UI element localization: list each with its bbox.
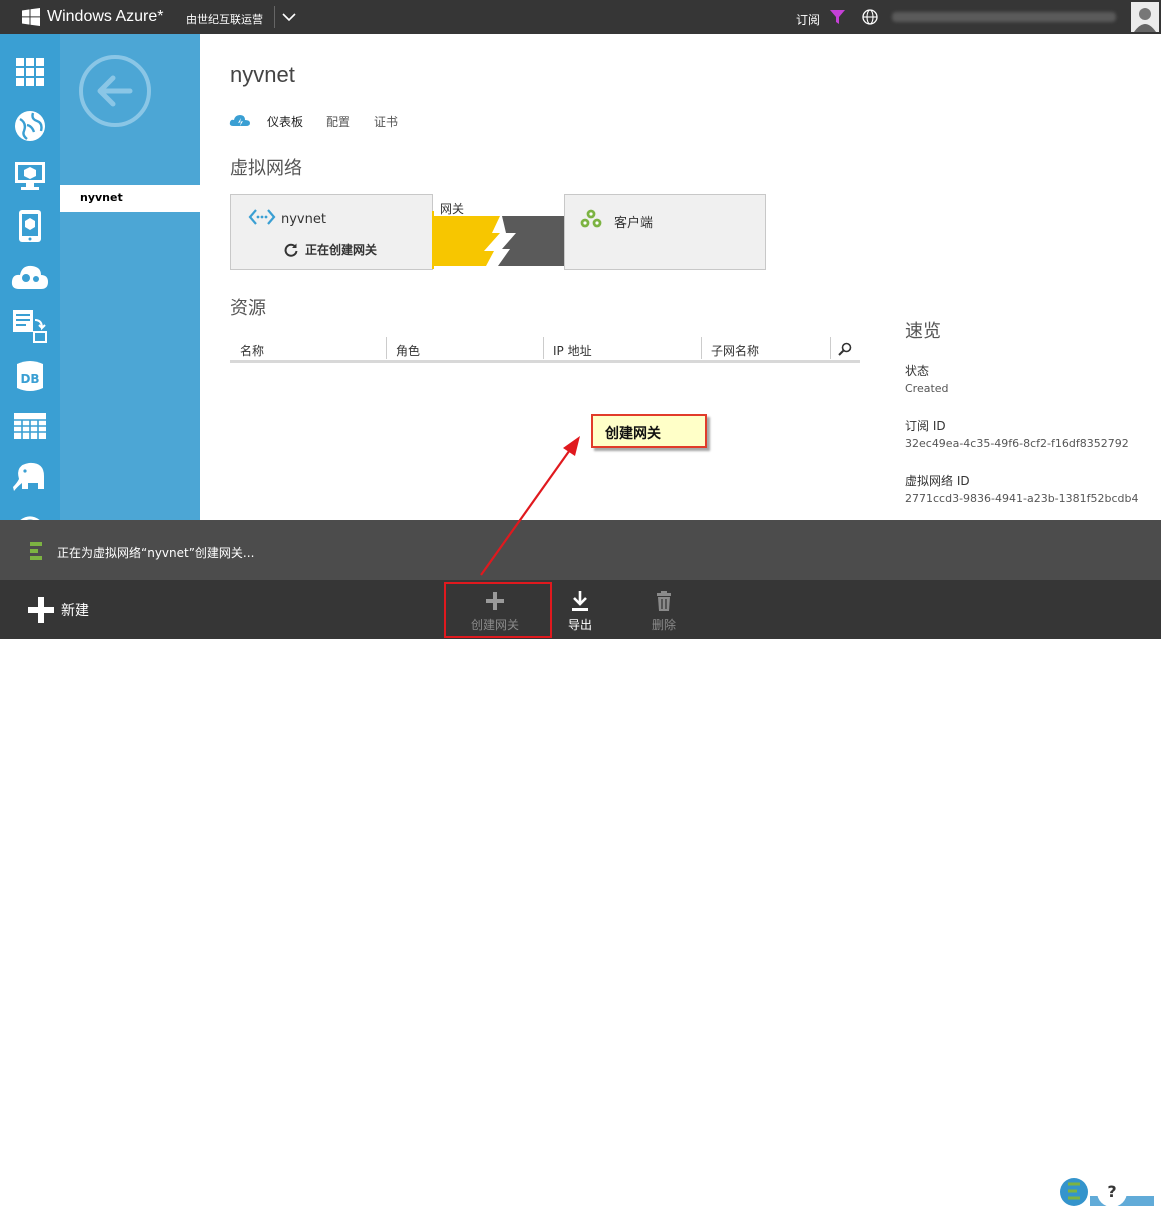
tab-certificates[interactable]: 证书 <box>374 113 398 130</box>
svg-text:DB: DB <box>20 372 39 386</box>
subscriptions-label[interactable]: 订阅 <box>796 11 820 28</box>
nav-virtual-machines[interactable] <box>11 157 49 195</box>
account-email-blurred[interactable] <box>892 12 1116 22</box>
service-icon-nav: DB <box>0 34 60 520</box>
delete-label: 删除 <box>651 618 676 632</box>
nav-more[interactable] <box>11 504 49 520</box>
column-header-role[interactable]: 角色 <box>396 342 420 359</box>
client-icon <box>580 209 602 228</box>
globe-icon[interactable] <box>862 9 878 25</box>
new-button[interactable]: 新建 <box>28 597 89 623</box>
new-label: 新建 <box>61 603 89 619</box>
filter-icon[interactable] <box>830 10 845 24</box>
nav-mobile-services[interactable] <box>11 207 49 245</box>
gateway-status: 正在创建网关 <box>305 243 378 257</box>
vnet-id-value: 2771ccd3-9836-4941-a23b-1381f52bcdb4 <box>905 492 1139 505</box>
column-header-ip[interactable]: IP 地址 <box>553 342 592 359</box>
grid-icon <box>16 58 44 86</box>
export-label: 导出 <box>567 618 592 632</box>
notification-bar: 正在为虚拟网络“nyvnet”创建网关... <box>0 520 1161 580</box>
subscription-id-label: 订阅 ID <box>905 419 946 433</box>
annotation-callout: 创建网关 <box>591 414 707 448</box>
windows-logo-icon <box>22 8 40 26</box>
column-divider <box>543 337 544 359</box>
avatar[interactable] <box>1131 2 1159 32</box>
resources-table-header: 名称 角色 IP 地址 子网名称 <box>230 337 860 363</box>
vnet-section-heading: 虚拟网络 <box>230 158 302 179</box>
client-node[interactable]: 客户端 <box>564 194 766 270</box>
command-bar: 新建 创建网关 导出 删除 ? <box>0 580 1161 1207</box>
nav-cloud-services[interactable] <box>11 257 49 295</box>
export-button[interactable]: 导出 <box>550 590 610 633</box>
cloud-dashboard-icon <box>229 115 250 126</box>
download-icon <box>572 591 588 611</box>
trash-icon <box>657 591 671 611</box>
column-divider <box>830 337 831 359</box>
tab-configure[interactable]: 配置 <box>326 113 350 130</box>
vnet-name: nyvnet <box>281 212 326 227</box>
column-header-name[interactable]: 名称 <box>240 342 264 359</box>
user-avatar-icon <box>1131 2 1159 32</box>
gateway-connection-bolt[interactable] <box>432 211 564 271</box>
nav-storage[interactable] <box>11 407 49 445</box>
batch-services-icon <box>13 310 47 343</box>
progress-bars-icon <box>30 542 42 560</box>
virtual-machine-icon <box>15 162 45 190</box>
notification-message: 正在为虚拟网络“nyvnet”创建网关... <box>57 546 255 560</box>
delete-button[interactable]: 删除 <box>634 590 694 633</box>
nav-hdinsight[interactable] <box>11 457 49 495</box>
arc-icon <box>20 516 40 520</box>
database-icon: DB <box>17 361 43 391</box>
column-divider <box>701 337 702 359</box>
column-header-subnet[interactable]: 子网名称 <box>711 342 759 359</box>
header-divider <box>274 6 275 28</box>
plus-icon <box>28 597 54 623</box>
nav-all-items[interactable] <box>11 53 49 91</box>
web-sites-icon <box>15 111 45 141</box>
vnet-id-label: 虚拟网络 ID <box>905 474 970 488</box>
tab-dashboard[interactable]: 仪表板 <box>267 113 303 130</box>
vnet-icon <box>248 209 276 225</box>
column-divider <box>386 337 387 359</box>
status-value: Created <box>905 382 949 395</box>
nav-sql-databases[interactable]: DB <box>11 357 49 395</box>
search-icon[interactable] <box>838 342 852 356</box>
brand-title[interactable]: Windows Azure* <box>47 8 164 26</box>
vnet-node[interactable]: nyvnet 正在创建网关 <box>230 194 433 270</box>
back-arrow-icon[interactable] <box>78 54 152 128</box>
hdinsight-elephant-icon <box>13 462 44 491</box>
cloud-services-icon <box>11 265 48 289</box>
top-bar: Windows Azure* 由世纪互联运营 订阅 <box>0 0 1161 34</box>
quick-glance-heading: 速览 <box>905 321 941 342</box>
resource-subnav: nyvnet <box>60 34 200 520</box>
client-label: 客户端 <box>614 216 654 231</box>
status-label: 状态 <box>905 364 930 378</box>
nav-websites[interactable] <box>11 107 49 145</box>
page-title: nyvnet <box>230 62 295 87</box>
partner-label: 由世纪互联运营 <box>186 13 263 26</box>
chevron-down-icon[interactable] <box>282 10 296 24</box>
highlight-box <box>444 582 552 638</box>
resources-heading: 资源 <box>230 298 266 319</box>
nav-batch[interactable] <box>11 307 49 345</box>
storage-table-icon <box>14 413 46 439</box>
help-button[interactable]: ? <box>1097 1177 1127 1207</box>
subscription-id-value: 32ec49ea-4c35-49f6-8cf2-f16df8352792 <box>905 437 1129 450</box>
subnav-item-nyvnet[interactable]: nyvnet <box>60 185 200 212</box>
refresh-spinner-icon <box>284 243 298 257</box>
mobile-services-icon <box>19 210 41 242</box>
